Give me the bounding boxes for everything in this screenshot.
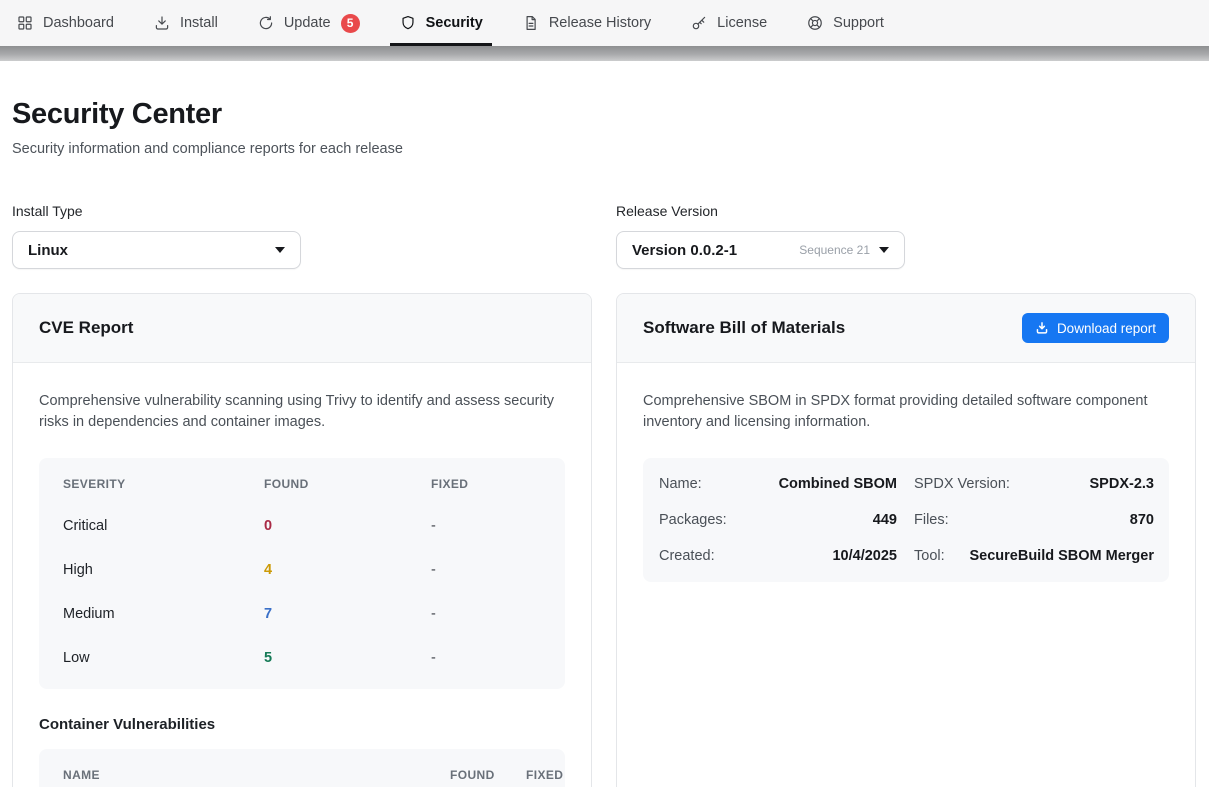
col-name: NAME xyxy=(63,768,450,782)
info-value: Combined SBOM xyxy=(779,476,897,492)
release-sequence-meta: Sequence 21 xyxy=(799,243,870,257)
top-navigation: Dashboard Install Update 5 Security Rele… xyxy=(0,0,1209,46)
col-severity: SEVERITY xyxy=(63,477,264,491)
sbom-info-grid: Name: Combined SBOM SPDX Version: SPDX-2… xyxy=(643,458,1169,582)
nav-tab-release-history[interactable]: Release History xyxy=(522,0,651,46)
info-label: Created: xyxy=(659,548,715,564)
nav-tab-install[interactable]: Install xyxy=(153,0,218,46)
main-content: Security Center Security information and… xyxy=(0,61,1209,787)
page-title: Security Center xyxy=(12,98,1197,131)
install-icon xyxy=(153,14,171,32)
table-row: Critical 0 - xyxy=(39,504,565,548)
info-label: Name: xyxy=(659,476,702,492)
install-type-field: Install Type Linux xyxy=(12,203,592,269)
sbom-info-name: Name: Combined SBOM xyxy=(643,466,906,502)
info-value: 870 xyxy=(1130,512,1154,528)
fixed-count: - xyxy=(431,650,541,666)
table-row: High 4 - xyxy=(39,548,565,592)
nav-tab-label: Install xyxy=(180,15,218,31)
nav-tab-update[interactable]: Update 5 xyxy=(257,0,360,46)
page-subtitle: Security information and compliance repo… xyxy=(12,141,1197,157)
nav-tab-label: Security xyxy=(426,15,483,31)
nav-tab-label: Dashboard xyxy=(43,15,114,31)
install-type-select[interactable]: Linux xyxy=(12,231,301,269)
sbom-info-packages: Packages: 449 xyxy=(643,502,906,538)
found-count: 4 xyxy=(264,562,431,578)
info-label: Packages: xyxy=(659,512,727,528)
nav-tab-label: Support xyxy=(833,15,884,31)
sbom-info-created: Created: 10/4/2025 xyxy=(643,538,906,574)
download-icon xyxy=(1035,321,1049,335)
report-cards: CVE Report Comprehensive vulnerability s… xyxy=(12,293,1197,787)
found-count: 7 xyxy=(264,606,431,622)
info-value: SPDX-2.3 xyxy=(1090,476,1154,492)
release-version-label: Release Version xyxy=(616,203,1196,219)
filters-row: Install Type Linux Release Version Versi… xyxy=(12,203,1197,269)
sbom-card: Software Bill of Materials Download repo… xyxy=(616,293,1196,787)
container-vulnerabilities-title: Container Vulnerabilities xyxy=(39,716,565,733)
install-type-value: Linux xyxy=(28,242,68,259)
nav-tab-security[interactable]: Security xyxy=(399,0,483,46)
sbom-body: Comprehensive SBOM in SPDX format provid… xyxy=(617,363,1195,608)
info-value: SecureBuild SBOM Merger xyxy=(969,548,1154,564)
sbom-description: Comprehensive SBOM in SPDX format provid… xyxy=(643,391,1169,433)
key-icon xyxy=(690,14,708,32)
severity-label: Medium xyxy=(63,606,264,622)
info-label: Tool: xyxy=(914,548,945,564)
cve-report-title: CVE Report xyxy=(39,318,133,338)
found-count: 0 xyxy=(264,518,431,534)
lifebuoy-icon xyxy=(806,14,824,32)
nav-tab-label: License xyxy=(717,15,767,31)
nav-tab-label: Update xyxy=(284,15,331,31)
severity-label: Critical xyxy=(63,518,264,534)
severity-table: SEVERITY FOUND FIXED Critical 0 - High 4… xyxy=(39,458,565,689)
update-icon xyxy=(257,14,275,32)
fixed-count: - xyxy=(431,562,541,578)
sbom-title: Software Bill of Materials xyxy=(643,318,845,338)
dashboard-icon xyxy=(16,14,34,32)
chevron-down-icon xyxy=(275,247,285,253)
download-report-button[interactable]: Download report xyxy=(1022,313,1169,343)
cve-report-card: CVE Report Comprehensive vulnerability s… xyxy=(12,293,592,787)
document-icon xyxy=(522,14,540,32)
sbom-info-spdx-version: SPDX Version: SPDX-2.3 xyxy=(906,466,1169,502)
nav-tab-license[interactable]: License xyxy=(690,0,767,46)
col-found: FOUND xyxy=(264,477,431,491)
nav-tab-label: Release History xyxy=(549,15,651,31)
sbom-info-tool: Tool: SecureBuild SBOM Merger xyxy=(906,538,1169,574)
found-count: 5 xyxy=(264,650,431,666)
fixed-count: - xyxy=(431,606,541,622)
sbom-info-files: Files: 870 xyxy=(906,502,1169,538)
info-value: 10/4/2025 xyxy=(832,548,897,564)
col-fixed: FIXED xyxy=(431,477,541,491)
severity-label: High xyxy=(63,562,264,578)
release-version-select[interactable]: Version 0.0.2-1 Sequence 21 xyxy=(616,231,905,269)
container-vulnerabilities-header: NAME FOUND FIXED xyxy=(39,749,565,787)
release-version-value: Version 0.0.2-1 xyxy=(632,242,737,259)
update-count-badge: 5 xyxy=(341,14,360,33)
chevron-down-icon xyxy=(879,247,889,253)
severity-label: Low xyxy=(63,650,264,666)
col-found: FOUND xyxy=(450,768,526,782)
nav-tab-dashboard[interactable]: Dashboard xyxy=(16,0,114,46)
info-value: 449 xyxy=(873,512,897,528)
table-row: Medium 7 - xyxy=(39,592,565,636)
shield-icon xyxy=(399,14,417,32)
table-row: Low 5 - xyxy=(39,636,565,680)
col-fixed: FIXED xyxy=(526,768,563,782)
nav-bottom-shadow xyxy=(0,46,1209,61)
nav-tab-support[interactable]: Support xyxy=(806,0,884,46)
release-version-field: Release Version Version 0.0.2-1 Sequence… xyxy=(616,203,1196,269)
cve-report-header: CVE Report xyxy=(13,294,591,363)
info-label: SPDX Version: xyxy=(914,476,1010,492)
download-report-label: Download report xyxy=(1057,321,1156,336)
install-type-label: Install Type xyxy=(12,203,592,219)
cve-report-description: Comprehensive vulnerability scanning usi… xyxy=(39,391,565,433)
severity-table-header: SEVERITY FOUND FIXED xyxy=(39,464,565,504)
info-label: Files: xyxy=(914,512,949,528)
cve-report-body: Comprehensive vulnerability scanning usi… xyxy=(13,363,591,787)
sbom-header: Software Bill of Materials Download repo… xyxy=(617,294,1195,363)
fixed-count: - xyxy=(431,518,541,534)
